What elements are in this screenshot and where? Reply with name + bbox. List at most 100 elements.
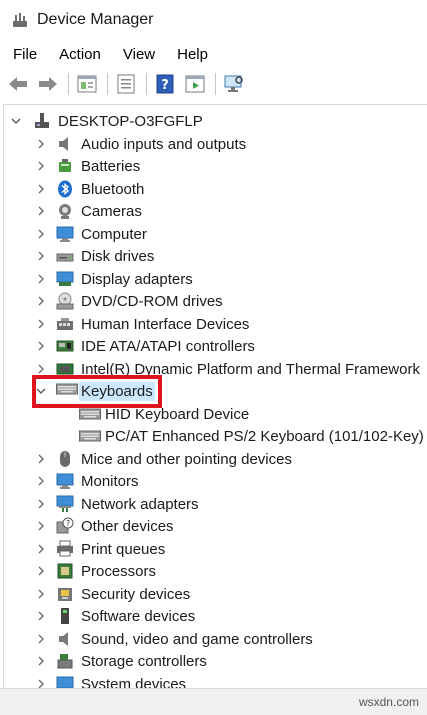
hid-icon: [56, 315, 74, 333]
chevron-right-icon[interactable]: [36, 341, 46, 351]
tree-item-label: Intel(R) Dynamic Platform and Thermal Fr…: [81, 360, 420, 378]
tree-item-keyboards[interactable]: Keyboards: [4, 380, 424, 402]
toolbar-separator: [68, 73, 69, 95]
tree-item-label: Sound, video and game controllers: [81, 630, 313, 648]
chevron-right-icon[interactable]: [36, 161, 46, 171]
chevron-right-icon[interactable]: [36, 206, 46, 216]
chevron-right-icon[interactable]: [36, 521, 46, 531]
tree-item-label: Human Interface Devices: [81, 315, 250, 333]
chevron-right-icon[interactable]: [36, 251, 46, 261]
chevron-right-icon[interactable]: [36, 454, 46, 464]
tree-item-network-adapters[interactable]: Network adapters: [4, 493, 424, 515]
window-title: Device Manager: [37, 11, 154, 28]
tree-item-storage-controllers[interactable]: Storage controllers: [4, 650, 424, 672]
tree-item-label: System devices: [81, 675, 187, 689]
chevron-right-icon[interactable]: [36, 296, 46, 306]
menu-file[interactable]: File: [13, 46, 37, 63]
tree-item-computer[interactable]: Computer: [4, 223, 424, 245]
menu-view[interactable]: View: [123, 46, 155, 63]
storage-controller-icon: [56, 652, 74, 670]
tree-root[interactable]: DESKTOP-O3FGFLP: [4, 110, 424, 132]
tree-item-batteries[interactable]: Batteries: [4, 155, 424, 177]
chevron-right-icon[interactable]: [36, 229, 46, 239]
tree-item-label: Processors: [81, 562, 157, 580]
tree-item-label: IDE ATA/ATAPI controllers: [81, 337, 255, 355]
menu-help[interactable]: Help: [177, 46, 208, 63]
speaker-icon: [56, 135, 74, 153]
menu-bar: File Action View Help: [0, 42, 427, 66]
computer-icon: [56, 225, 74, 243]
tree-item-disk-drives[interactable]: Disk drives: [4, 245, 424, 267]
chevron-right-icon[interactable]: [36, 184, 46, 194]
chevron-down-icon[interactable]: [36, 386, 46, 396]
unknown-device-icon: ?: [56, 517, 74, 535]
chevron-right-icon[interactable]: [36, 544, 46, 554]
chevron-right-icon[interactable]: [36, 611, 46, 621]
chevron-down-icon[interactable]: [11, 116, 21, 126]
keyboard-icon: [79, 407, 101, 425]
software-device-icon: [56, 607, 74, 625]
device-manager-icon: [12, 12, 28, 28]
bluetooth-icon: [56, 180, 74, 198]
scan-hardware-icon[interactable]: [222, 72, 246, 96]
tree-item-label: DVD/CD-ROM drives: [81, 292, 223, 310]
status-bar: wsxdn.com: [0, 688, 427, 715]
tree-item-audio-inputs-and-outputs[interactable]: Audio inputs and outputs: [4, 133, 424, 155]
tree-item-intel-r-dynamic-platform-and-thermal-framework[interactable]: Intel(R) Dynamic Platform and Thermal Fr…: [4, 358, 424, 380]
chevron-right-icon[interactable]: [36, 634, 46, 644]
menu-action[interactable]: Action: [59, 46, 101, 63]
properties-icon[interactable]: [75, 72, 99, 96]
tree-item-mice-and-other-pointing-devices[interactable]: Mice and other pointing devices: [4, 448, 424, 470]
svg-text:?: ?: [66, 519, 70, 528]
device-tree: DESKTOP-O3FGFLP Audio inputs and outputs…: [3, 104, 427, 688]
tree-item-label: Batteries: [81, 157, 141, 175]
run-icon[interactable]: [183, 72, 207, 96]
chevron-right-icon[interactable]: [36, 319, 46, 329]
sound-controller-icon: [56, 630, 74, 648]
chevron-right-icon[interactable]: [36, 566, 46, 576]
tree-item-other-devices[interactable]: ? Other devices: [4, 515, 424, 537]
processor-icon: [56, 562, 74, 580]
chevron-right-icon[interactable]: [36, 274, 46, 284]
tree-item-ide-ata-atapi-controllers[interactable]: IDE ATA/ATAPI controllers: [4, 335, 424, 357]
ide-controller-icon: [56, 337, 74, 355]
chevron-right-icon[interactable]: [36, 656, 46, 666]
back-arrow-icon[interactable]: [6, 72, 30, 96]
chip-icon: [56, 360, 74, 378]
toolbar-separator: [215, 73, 216, 95]
tree-item-label: Monitors: [81, 472, 139, 490]
forward-arrow-icon[interactable]: [36, 72, 60, 96]
tree-child-item[interactable]: HID Keyboard Device: [4, 403, 424, 425]
tree-item-dvd-cd-rom-drives[interactable]: DVD/CD-ROM drives: [4, 290, 424, 312]
tree-child-label: HID Keyboard Device: [105, 405, 250, 423]
tree-item-security-devices[interactable]: Security devices: [4, 583, 424, 605]
chevron-right-icon[interactable]: [36, 139, 46, 149]
watermark: wsxdn.com: [358, 695, 419, 709]
tree-item-print-queues[interactable]: Print queues: [4, 538, 424, 560]
tree-item-cameras[interactable]: Cameras: [4, 200, 424, 222]
help-icon[interactable]: ?: [153, 72, 177, 96]
tree-item-label: Storage controllers: [81, 652, 207, 670]
chevron-right-icon[interactable]: [36, 679, 46, 688]
tree-item-bluetooth[interactable]: Bluetooth: [4, 178, 424, 200]
tree-item-label: Print queues: [81, 540, 166, 558]
tree-item-processors[interactable]: Processors: [4, 560, 424, 582]
tree-item-label: Display adapters: [81, 270, 193, 288]
tree-item-software-devices[interactable]: Software devices: [4, 605, 424, 627]
system-device-icon: [56, 675, 74, 688]
tree-item-system-devices[interactable]: System devices: [4, 673, 424, 688]
update-driver-icon[interactable]: [114, 72, 138, 96]
tree-item-display-adapters[interactable]: Display adapters: [4, 268, 424, 290]
tree-item-label: Audio inputs and outputs: [81, 135, 247, 153]
tree-child-item[interactable]: PC/AT Enhanced PS/2 Keyboard (101/102-Ke…: [4, 425, 424, 447]
chevron-right-icon[interactable]: [36, 589, 46, 599]
tree-item-human-interface-devices[interactable]: Human Interface Devices: [4, 313, 424, 335]
dvd-drive-icon: [56, 292, 74, 310]
tree-item-label: Keyboards: [79, 381, 155, 401]
tree-item-sound-video-and-game-controllers[interactable]: Sound, video and game controllers: [4, 628, 424, 650]
chevron-right-icon[interactable]: [36, 364, 46, 374]
tree-item-monitors[interactable]: Monitors: [4, 470, 424, 492]
tree-item-label: Software devices: [81, 607, 196, 625]
chevron-right-icon[interactable]: [36, 499, 46, 509]
chevron-right-icon[interactable]: [36, 476, 46, 486]
